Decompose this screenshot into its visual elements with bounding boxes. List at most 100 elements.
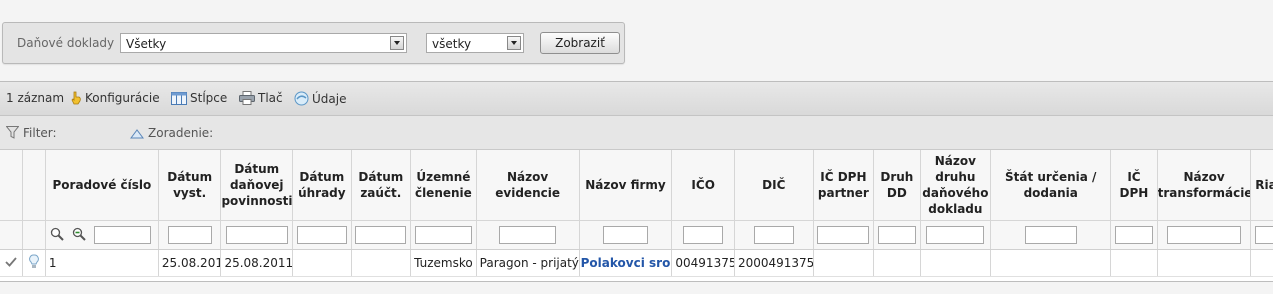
cell-vat-partner — [813, 249, 875, 277]
document-type-select[interactable]: Všetky — [120, 33, 407, 53]
filter-input[interactable] — [753, 226, 794, 244]
row-detail-cell[interactable] — [22, 249, 46, 277]
hand-pointer-icon — [70, 91, 82, 108]
col-header[interactable]: IČ DPH — [1110, 150, 1158, 221]
cell-transformation — [1157, 249, 1252, 277]
col-header[interactable]: Názov evidencie — [476, 150, 580, 221]
row-check-cell[interactable] — [0, 249, 23, 277]
cell-dic: 2000491375 — [734, 249, 814, 277]
cell-territory: Tuzemsko — [410, 249, 477, 277]
filter-cell — [1157, 220, 1252, 250]
cell-ico: 00491375 — [671, 249, 735, 277]
filter-input[interactable] — [926, 226, 985, 244]
filter-panel: Daňové doklady Všetky všetky Zobraziť — [2, 22, 625, 64]
filter-cell — [292, 220, 352, 250]
col-header[interactable]: DIČ — [734, 150, 814, 221]
chevron-down-icon[interactable] — [507, 36, 521, 50]
print-label: Tlač — [258, 91, 283, 105]
filter-cell — [351, 220, 412, 250]
filter-input[interactable] — [1255, 226, 1273, 244]
printer-icon — [239, 91, 255, 108]
data-icon — [294, 91, 309, 109]
filter-input[interactable] — [414, 226, 472, 244]
filter-cell — [1110, 220, 1158, 250]
filter-cell — [0, 220, 23, 250]
lightbulb-icon[interactable] — [28, 254, 39, 272]
cell-register-name: Paragon - prijatý — [476, 249, 580, 277]
sort-toggle[interactable]: Zoradenie: — [130, 126, 213, 142]
table-row[interactable]: 1 25.08.2011 25.08.2011 Tuzemsko Paragon… — [0, 249, 1273, 277]
col-header[interactable]: Poradové číslo — [45, 150, 159, 221]
columns-label: Stĺpce — [190, 91, 228, 105]
funnel-icon — [5, 126, 20, 142]
filter-toggle[interactable]: Filter: — [5, 126, 57, 142]
column-filter-row — [0, 220, 1273, 250]
filter-cell — [734, 220, 814, 250]
cell-company-name: Polakovci sro — [579, 249, 673, 277]
filter-cell — [220, 220, 294, 250]
columns-icon — [171, 92, 187, 108]
company-link[interactable]: Polakovci sro — [581, 256, 671, 270]
record-count: 1 záznam — [6, 91, 65, 105]
col-header[interactable]: Dátum úhrady — [292, 150, 352, 221]
records-grid: 1 záznam Konfigurácie Stĺpce Tlač Údaje — [0, 81, 1273, 282]
filter-cell — [410, 220, 477, 250]
filter-cell — [873, 220, 921, 250]
col-header[interactable]: Druh DD — [873, 150, 921, 221]
cell-doc-kind-name — [920, 249, 992, 277]
filter-input[interactable] — [296, 226, 347, 244]
cell-issue-date: 25.08.2011 — [158, 249, 222, 277]
show-button[interactable]: Zobraziť — [540, 32, 620, 54]
scope-select[interactable]: všetky — [426, 33, 524, 53]
filter-input[interactable] — [877, 226, 916, 244]
print-button[interactable]: Tlač — [239, 91, 283, 108]
cell-serial-number: 1 — [45, 249, 159, 277]
col-header[interactable]: Dátum zaúčt. — [351, 150, 412, 221]
filter-input[interactable] — [683, 226, 724, 244]
col-header[interactable]: IČ DPH partner — [813, 150, 875, 221]
filter-sort-bar: Filter: Zoradenie: — [0, 116, 1273, 150]
filter-cell — [45, 220, 159, 250]
columns-button[interactable]: Stĺpce — [171, 91, 227, 108]
cell-country — [990, 249, 1112, 277]
chevron-down-icon[interactable] — [390, 36, 404, 50]
filter-cell — [920, 220, 992, 250]
col-header[interactable]: Názov firmy — [579, 150, 673, 221]
sort-label: Zoradenie: — [148, 126, 214, 140]
cell-last — [1250, 249, 1273, 277]
col-header[interactable]: Názov transformácie — [1157, 150, 1252, 221]
col-header[interactable]: Ria 0 — [1250, 150, 1273, 221]
cell-vat-id — [1110, 249, 1158, 277]
filter-input[interactable] — [817, 226, 870, 244]
magnifier-icon[interactable] — [50, 227, 64, 244]
filter-input[interactable] — [499, 226, 557, 244]
col-header[interactable]: IČO — [671, 150, 735, 221]
filter-cell — [813, 220, 875, 250]
filter-input[interactable] — [355, 226, 407, 244]
col-header[interactable]: Názov druhu daňového dokladu — [920, 150, 992, 221]
filter-input[interactable] — [167, 226, 212, 244]
filter-label: Daňové doklady — [17, 36, 115, 50]
filter-cell — [671, 220, 735, 250]
filter-cell — [22, 220, 46, 250]
col-header[interactable]: Dátum vyst. — [158, 150, 222, 221]
configuration-button[interactable]: Konfigurácie — [70, 91, 160, 108]
col-header[interactable]: Dátum daňovej povinnosti — [220, 150, 294, 221]
col-header[interactable]: Územné členenie — [410, 150, 477, 221]
cell-posting-date — [351, 249, 412, 277]
filter-input[interactable] — [1114, 226, 1153, 244]
grid-toolbar: 1 záznam Konfigurácie Stĺpce Tlač Údaje — [0, 82, 1273, 116]
col-header[interactable]: Štát určenia / dodania — [990, 150, 1112, 221]
data-button[interactable]: Údaje — [294, 91, 346, 109]
configuration-label: Konfigurácie — [85, 91, 160, 105]
filter-input[interactable] — [93, 226, 151, 244]
cell-payment-date — [292, 249, 352, 277]
clear-filter-icon[interactable] — [72, 227, 87, 244]
check-icon[interactable] — [5, 256, 17, 270]
filter-input[interactable] — [225, 226, 288, 244]
sort-icon — [130, 128, 144, 142]
filter-input[interactable] — [1024, 226, 1077, 244]
filter-cell — [158, 220, 222, 250]
filter-input[interactable] — [1167, 226, 1242, 244]
filter-input[interactable] — [602, 226, 648, 244]
